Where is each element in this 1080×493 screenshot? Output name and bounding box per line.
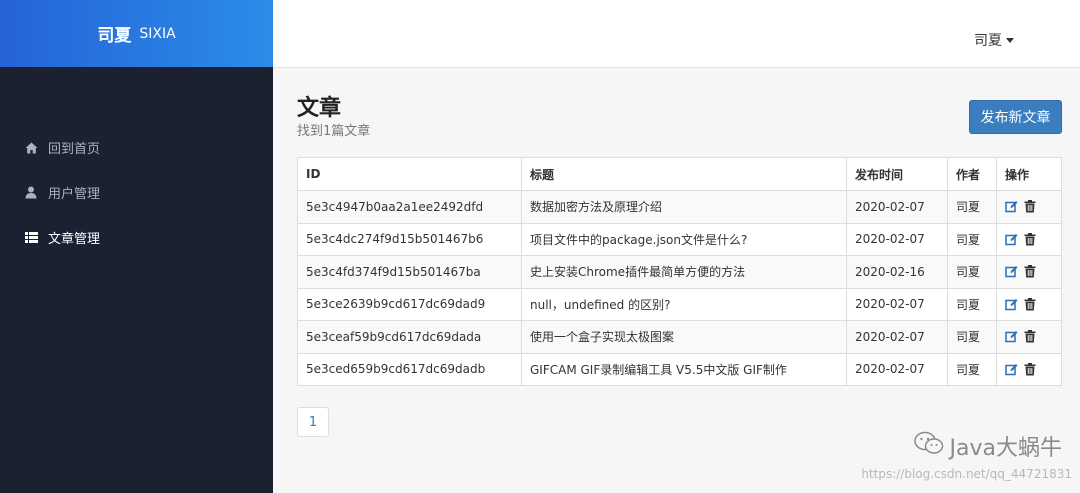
cell-ops: [996, 320, 1062, 354]
row-actions: [1005, 200, 1053, 213]
cell-ops: [996, 222, 1062, 256]
cell-title: 使用一个盒子实现太极图案: [521, 320, 847, 354]
cell-date: 2020-02-16: [846, 255, 948, 289]
home-icon: [24, 141, 38, 155]
trash-icon[interactable]: [1024, 265, 1037, 278]
cell-date: 2020-02-07: [846, 352, 948, 386]
col-header-id: ID: [297, 157, 522, 191]
table-row: 5e3ceaf59b9cd617dc69dada 使用一个盒子实现太极图案 2020…: [297, 320, 1062, 354]
brand-name-cn: 司夏: [97, 26, 132, 46]
col-header-date: 发布时间: [846, 157, 948, 191]
row-actions: [1005, 297, 1053, 311]
cell-ops: [996, 190, 1062, 224]
cell-id: 5e3ce2639b9cd617dc69dad9: [297, 287, 522, 321]
table-row: 5e3c4dc274f9d15b501467b6 项目文件中的package.js…: [297, 222, 1062, 256]
row-actions: [1005, 265, 1053, 278]
cell-date: 2020-02-07: [846, 190, 948, 224]
edit-icon[interactable]: [1005, 265, 1018, 278]
cell-author: 司夏: [947, 255, 997, 289]
cell-author: 司夏: [947, 352, 997, 386]
row-actions: [1005, 362, 1053, 376]
watermark: Java大蜗牛: [913, 430, 1062, 462]
new-article-button[interactable]: 发布新文章: [969, 100, 1062, 134]
watermark-url: https://blog.csdn.net/qq_44721831: [861, 467, 1072, 481]
user-icon: [24, 186, 38, 200]
page-title: 文章: [297, 96, 342, 121]
cell-author: 司夏: [947, 190, 997, 224]
list-icon: [24, 231, 38, 245]
col-header-title: 标题: [521, 157, 847, 191]
cell-date: 2020-02-07: [846, 320, 948, 354]
sidebar-item-home[interactable]: 回到首页: [0, 125, 273, 170]
cell-id: 5e3ced659b9cd617dc69dadb: [297, 352, 522, 386]
cell-id: 5e3c4fd374f9d15b501467ba: [297, 255, 522, 289]
articles-table: ID 标题 发布时间 作者 操作 5e3c4947b0aa2a1ee2492df…: [297, 157, 1062, 386]
cell-date: 2020-02-07: [846, 222, 948, 256]
trash-icon[interactable]: [1024, 232, 1037, 246]
brand-name-en: SIXIA: [139, 25, 176, 42]
table-row: 5e3ce2639b9cd617dc69dad9 null，undefined 的…: [297, 287, 1062, 321]
sidebar-item-articles[interactable]: 文章管理: [0, 215, 273, 260]
cell-author: 司夏: [947, 320, 997, 354]
sidebar-item-users[interactable]: 用户管理: [0, 170, 273, 215]
trash-icon[interactable]: [1024, 297, 1037, 311]
table-row: 5e3c4fd374f9d15b501467ba 史上安装Chrome插件最简单方…: [297, 255, 1062, 289]
cell-title: 史上安装Chrome插件最简单方便的方法: [521, 255, 847, 289]
trash-icon[interactable]: [1024, 200, 1037, 213]
cell-title: 数据加密方法及原理介绍: [521, 190, 847, 224]
cell-id: 5e3c4947b0aa2a1ee2492dfd: [297, 190, 522, 224]
sidebar-item-label: 回到首页: [48, 142, 101, 157]
edit-icon[interactable]: [1005, 200, 1018, 213]
table-header-row: ID 标题 发布时间 作者 操作: [297, 157, 1062, 191]
trash-icon[interactable]: [1024, 362, 1037, 376]
cell-ops: [996, 287, 1062, 321]
cell-ops: [996, 255, 1062, 289]
col-header-ops: 操作: [996, 157, 1062, 191]
row-actions: [1005, 330, 1053, 343]
cell-date: 2020-02-07: [846, 287, 948, 321]
top-bar: 司夏: [273, 0, 1080, 68]
edit-icon[interactable]: [1005, 363, 1018, 376]
sidebar-item-label: 用户管理: [48, 187, 101, 202]
user-name: 司夏: [974, 33, 1002, 49]
sidebar-item-label: 文章管理: [48, 232, 101, 247]
edit-icon[interactable]: [1005, 233, 1018, 246]
user-menu[interactable]: 司夏: [974, 30, 1014, 50]
table-row: 5e3ced659b9cd617dc69dadb GIFCAM GIF录制编辑工具…: [297, 352, 1062, 386]
cell-id: 5e3c4dc274f9d15b501467b6: [297, 222, 522, 256]
wechat-icon: [913, 431, 944, 461]
trash-icon[interactable]: [1024, 330, 1037, 343]
row-actions: [1005, 232, 1053, 246]
sidebar-nav: 回到首页 用户管理 文章管理: [0, 67, 273, 260]
pagination-page-1[interactable]: 1: [297, 407, 329, 437]
sidebar: 司夏 SIXIA 回到首页 用户管理 文章管理: [0, 0, 273, 493]
cell-title: null，undefined 的区别?: [521, 287, 847, 321]
cell-title: GIFCAM GIF录制编辑工具 V5.5中文版 GIF制作: [521, 352, 847, 386]
col-header-author: 作者: [947, 157, 997, 191]
table-row: 5e3c4947b0aa2a1ee2492dfd 数据加密方法及原理介绍 2020-…: [297, 190, 1062, 224]
cell-title: 项目文件中的package.json文件是什么?: [521, 222, 847, 256]
edit-icon[interactable]: [1005, 298, 1018, 311]
cell-author: 司夏: [947, 222, 997, 256]
edit-icon[interactable]: [1005, 330, 1018, 343]
brand-logo[interactable]: 司夏 SIXIA: [0, 0, 273, 67]
watermark-text: Java大蜗牛: [949, 436, 1062, 461]
cell-ops: [996, 352, 1062, 386]
caret-down-icon: [1006, 37, 1014, 43]
cell-author: 司夏: [947, 287, 997, 321]
cell-id: 5e3ceaf59b9cd617dc69dada: [297, 320, 522, 354]
page-subtitle: 找到1篇文章: [297, 124, 371, 139]
